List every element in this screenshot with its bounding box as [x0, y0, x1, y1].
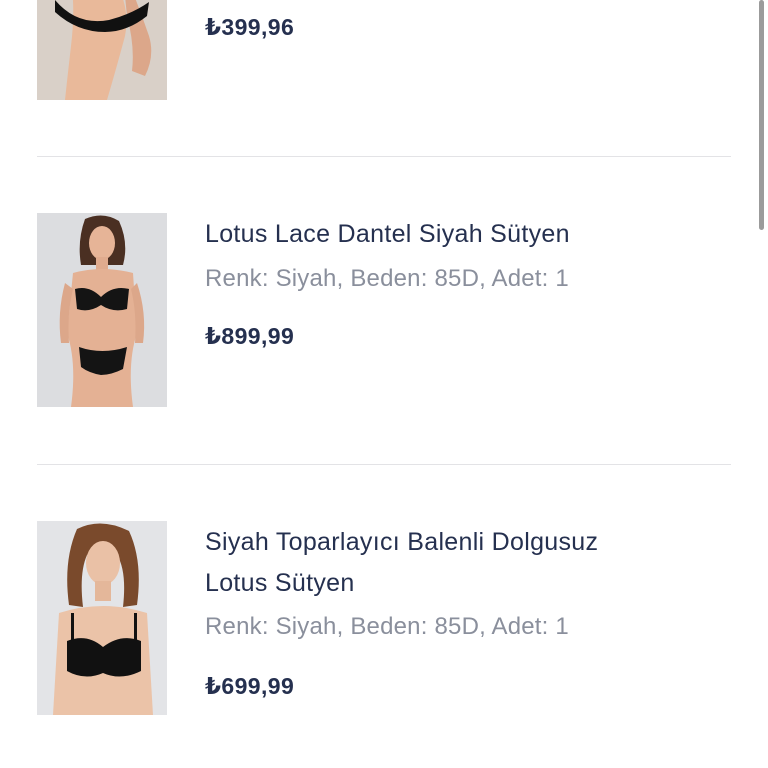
- scrollbar[interactable]: [759, 0, 764, 230]
- product-image[interactable]: [37, 0, 167, 100]
- product-title[interactable]: Lotus Sütyen: [205, 563, 355, 603]
- divider: [37, 464, 731, 465]
- product-title[interactable]: Siyah Toparlayıcı Balenli Dolgusuz: [205, 522, 598, 562]
- product-title[interactable]: Lotus Lace Dantel Siyah Sütyen: [205, 214, 570, 254]
- list-item[interactable]: ₺399,96: [37, 0, 731, 100]
- list-item[interactable]: Siyah Toparlayıcı Balenli Dolgusuz Lotus…: [37, 521, 731, 715]
- divider: [37, 156, 731, 157]
- product-price: ₺399,96: [205, 14, 295, 40]
- product-variant-info: Renk: Siyah, Beden: 85D, Adet: 1: [205, 613, 569, 640]
- product-image[interactable]: [37, 213, 167, 407]
- product-price: ₺899,99: [205, 323, 295, 349]
- product-price: ₺699,99: [205, 673, 295, 699]
- list-item[interactable]: Lotus Lace Dantel Siyah Sütyen Renk: Siy…: [37, 213, 731, 407]
- cart-items-view: ₺399,96 Lotus Lace Dantel Siyah Sütyen R…: [0, 0, 768, 768]
- product-image[interactable]: [37, 521, 167, 715]
- product-variant-info: Renk: Siyah, Beden: 85D, Adet: 1: [205, 265, 569, 292]
